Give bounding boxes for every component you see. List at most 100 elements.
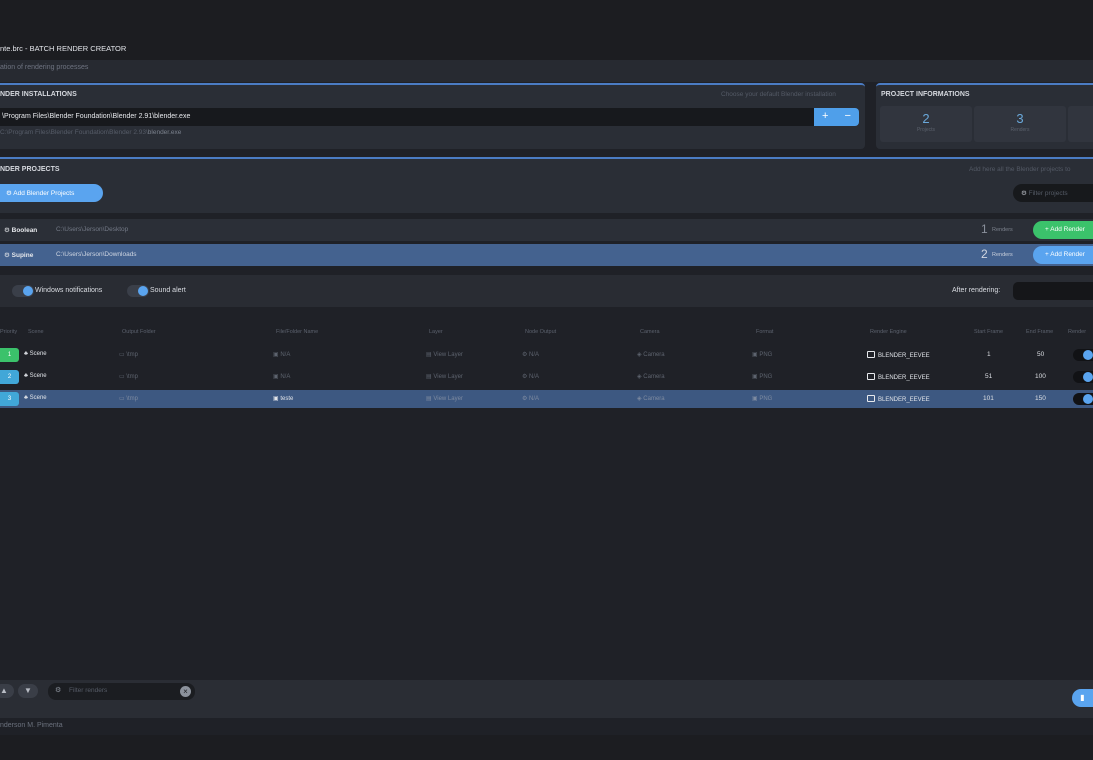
output-folder-label: \tmp: [126, 374, 139, 380]
scene-cell[interactable]: ♣ Scene: [24, 351, 47, 357]
camera-label: Camera: [643, 352, 665, 358]
window-subtitle: ation of rendering processes: [0, 64, 89, 71]
project-render-count: 1: [981, 222, 988, 236]
installations-title: NDER INSTALLATIONS: [0, 91, 77, 98]
file-name-cell[interactable]: ▣ teste: [273, 395, 293, 402]
render-engine-cell[interactable]: BLENDER_EEVEE: [867, 395, 930, 403]
renders-stat-value: 3: [1016, 111, 1024, 126]
col-camera[interactable]: Camera: [640, 329, 660, 335]
toggle-knob: [1083, 372, 1093, 382]
clear-filter-button[interactable]: ×: [180, 686, 191, 697]
camera-label: Camera: [643, 396, 665, 402]
add-installation-button[interactable]: +: [814, 108, 837, 126]
render-engine-cell[interactable]: BLENDER_EEVEE: [867, 351, 930, 359]
after-rendering-select[interactable]: [1013, 282, 1093, 300]
camera-cell[interactable]: ◈ Camera: [637, 373, 665, 380]
format-cell[interactable]: ▣ PNG: [752, 351, 772, 358]
format-cell[interactable]: ▣ PNG: [752, 395, 772, 402]
col-layer[interactable]: Layer: [429, 329, 443, 335]
priority-badge: 2: [0, 370, 19, 384]
windows-notifications-label: Windows notifications: [35, 287, 103, 294]
project-path: C:\Users\Jerson\Desktop: [56, 226, 129, 233]
projects-stat-value: 2: [922, 111, 930, 126]
col-file-folder-name[interactable]: File/Folder Name: [276, 329, 318, 335]
add-render-button[interactable]: + Add Render: [1033, 221, 1093, 239]
col-render-engine[interactable]: Render Engine: [870, 329, 907, 335]
output-folder-cell[interactable]: ▭ \tmp: [119, 395, 138, 402]
col-render[interactable]: Render: [1068, 329, 1086, 335]
toggle-knob: [23, 286, 33, 296]
move-up-button[interactable]: ▲: [0, 684, 14, 698]
layer-cell[interactable]: ▤ View Layer: [426, 351, 463, 358]
filter-icon: ⚙: [55, 687, 62, 694]
col-output-folder[interactable]: Output Folder: [122, 329, 156, 335]
installation-path-field[interactable]: \Program Files\Blender Foundation\Blende…: [0, 108, 814, 126]
file-name-label: teste: [280, 396, 294, 402]
col-format[interactable]: Format: [756, 329, 773, 335]
layer-cell[interactable]: ▤ View Layer: [426, 395, 463, 402]
project-render-count-label: Renders: [992, 252, 1013, 258]
toggle-knob: [138, 286, 148, 296]
project-row[interactable]: ⚙ Boolean C:\Users\Jerson\Desktop 1 Rend…: [0, 219, 1093, 241]
add-blender-projects-button[interactable]: ⚙ Add Blender Projects: [0, 184, 103, 202]
file-name-label: N/A: [280, 374, 291, 380]
end-frame-cell[interactable]: 100: [1035, 373, 1046, 380]
add-render-button[interactable]: + Add Render: [1033, 246, 1093, 264]
sound-alert-toggle[interactable]: [127, 285, 149, 297]
render-engine-label: BLENDER_EEVEE: [878, 397, 930, 403]
after-rendering-label: After rendering:: [952, 287, 1001, 294]
installation-buttons: + −: [814, 108, 859, 126]
start-frame-cell[interactable]: 101: [983, 395, 994, 402]
project-row-selected[interactable]: ⚙ Supine C:\Users\Jerson\Downloads 2 Ren…: [0, 244, 1093, 266]
format-cell[interactable]: ▣ PNG: [752, 373, 772, 380]
end-frame-cell[interactable]: 150: [1035, 395, 1046, 402]
col-priority[interactable]: Priority: [0, 329, 17, 335]
render-enable-toggle[interactable]: [1073, 393, 1093, 405]
node-output-cell[interactable]: ⚙ N/A: [522, 395, 539, 402]
bottom-strip: [0, 735, 1093, 760]
move-down-button[interactable]: ▼: [18, 684, 38, 698]
render-row-selected[interactable]: 3 ♣ Scene ▭ \tmp ▣ teste ▤ View Layer ⚙ …: [0, 390, 1093, 408]
windows-notifications-toggle[interactable]: [12, 285, 34, 297]
start-frame-cell[interactable]: 51: [985, 373, 992, 380]
render-row[interactable]: 1 ♣ Scene ▭ \tmp ▣ N/A ▤ View Layer ⚙ N/…: [0, 346, 1093, 364]
output-folder-cell[interactable]: ▭ \tmp: [119, 351, 138, 358]
projects-hint: Add here all the Blender projects to: [969, 166, 1071, 173]
project-name: ⚙ Boolean: [4, 226, 37, 234]
col-end-frame[interactable]: End Frame: [1026, 329, 1053, 335]
output-folder-label: \tmp: [126, 396, 139, 402]
output-folder-cell[interactable]: ▭ \tmp: [119, 373, 138, 380]
end-frame-cell[interactable]: 50: [1037, 351, 1044, 358]
sound-alert-label: Sound alert: [150, 287, 186, 294]
col-start-frame[interactable]: Start Frame: [974, 329, 1003, 335]
scene-cell[interactable]: ♣ Scene: [24, 373, 47, 379]
file-name-cell[interactable]: ▣ N/A: [273, 373, 290, 380]
camera-cell[interactable]: ◈ Camera: [637, 351, 665, 358]
node-icon: ⚙: [522, 396, 530, 402]
filter-projects-input[interactable]: ⚙ Filter projects: [1013, 184, 1093, 202]
node-output-cell[interactable]: ⚙ N/A: [522, 351, 539, 358]
col-scene[interactable]: Scene: [28, 329, 44, 335]
engine-icon: [867, 395, 875, 402]
start-render-button[interactable]: ▮: [1072, 689, 1093, 707]
camera-cell[interactable]: ◈ Camera: [637, 395, 665, 402]
project-name: ⚙ Supine: [4, 251, 33, 259]
node-output-cell[interactable]: ⚙ N/A: [522, 373, 539, 380]
projects-stat: 2 Projects: [880, 106, 972, 142]
render-engine-cell[interactable]: BLENDER_EEVEE: [867, 373, 930, 381]
alternate-installation[interactable]: C:\Program Files\Blender Foundation\Blen…: [0, 129, 181, 136]
render-enable-toggle[interactable]: [1073, 349, 1093, 361]
remove-installation-button[interactable]: −: [837, 108, 860, 126]
col-node-output[interactable]: Node Output: [525, 329, 556, 335]
render-row[interactable]: 2 ♣ Scene ▭ \tmp ▣ N/A ▤ View Layer ⚙ N/…: [0, 368, 1093, 386]
render-enable-toggle[interactable]: [1073, 371, 1093, 383]
projects-stat-label: Projects: [916, 127, 936, 133]
scene-cell[interactable]: ♣ Scene: [24, 395, 47, 401]
render-icon: ▮: [1080, 693, 1085, 702]
scene-label: Scene: [29, 395, 47, 401]
file-name-cell[interactable]: ▣ N/A: [273, 351, 290, 358]
start-frame-cell[interactable]: 1: [987, 351, 991, 358]
engine-icon: [867, 373, 875, 380]
layer-cell[interactable]: ▤ View Layer: [426, 373, 463, 380]
filter-renders-input[interactable]: Filter renders: [48, 683, 195, 700]
